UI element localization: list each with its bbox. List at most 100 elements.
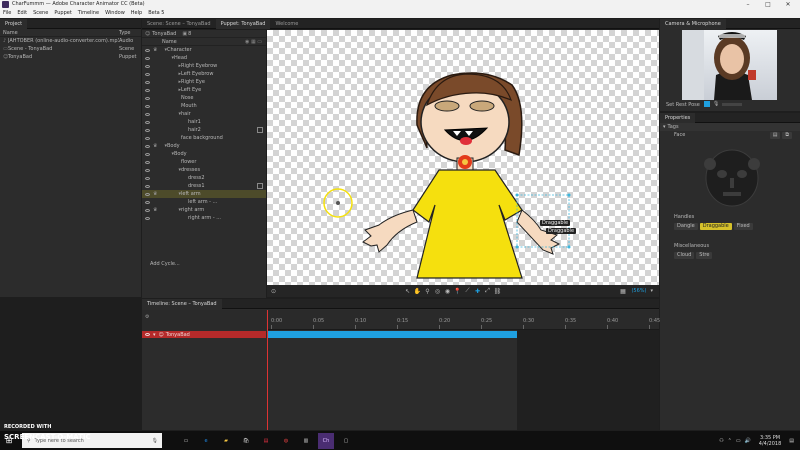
hierarchy-row[interactable]: ▾ Head: [142, 54, 266, 62]
hierarchy-row[interactable]: hair2: [142, 126, 266, 134]
zoom-tool-icon[interactable]: ⚲: [423, 287, 432, 296]
menu-edit[interactable]: Edit: [17, 9, 27, 18]
fit-view-icon[interactable]: ⊙: [269, 287, 278, 296]
hierarchy-row[interactable]: ▾ hair: [142, 110, 266, 118]
eye-icon[interactable]: [145, 128, 150, 132]
project-col-name[interactable]: Name: [3, 29, 119, 36]
office-icon[interactable]: ▤: [258, 433, 274, 449]
app-icon-6[interactable]: ▥: [298, 433, 314, 449]
hierarchy-col-name[interactable]: Name: [162, 38, 177, 46]
timeline-ruler[interactable]: 0:00 0:05 0:10 0:15 0:20 0:25 0:30 0:35 0:40 0:45: [267, 310, 660, 330]
eye-icon[interactable]: [145, 96, 150, 100]
menu-puppet[interactable]: Puppet: [54, 9, 71, 18]
project-item-scene[interactable]: ▭ Scene - TonyaBad Scene: [0, 45, 141, 53]
tab-camera[interactable]: Camera & Microphone: [660, 18, 726, 29]
network-icon[interactable]: ▭: [736, 438, 741, 444]
hierarchy-row[interactable]: ▾ Body: [142, 150, 266, 158]
tag-draggable[interactable]: Draggable: [699, 223, 732, 230]
hierarchy-tools-icon[interactable]: ◉ ▦ ▭: [245, 38, 262, 46]
view-list-icon[interactable]: ▤: [769, 131, 781, 139]
set-rest-pose-button[interactable]: Set Rest Pose: [666, 102, 700, 108]
project-item-puppet[interactable]: ☺ TonyaBad Puppet: [0, 53, 141, 61]
independent-icon[interactable]: ♛: [153, 190, 161, 198]
edge-icon[interactable]: e: [198, 433, 214, 449]
hierarchy-row[interactable]: dress2: [142, 174, 266, 182]
hierarchy-row[interactable]: ▸ Left Eye: [142, 86, 266, 94]
hierarchy-row[interactable]: ♛ ▾ Body: [142, 142, 266, 150]
hierarchy-row[interactable]: face background: [142, 134, 266, 142]
expand-icon[interactable]: ▾: [161, 150, 174, 158]
hierarchy-row[interactable]: dress1: [142, 182, 266, 190]
eye-icon[interactable]: [145, 216, 150, 220]
add-cycle-button[interactable]: Add Cycle...: [150, 261, 180, 267]
draggable-tag-label[interactable]: Draggable: [546, 228, 577, 234]
layer-badge-icon[interactable]: [257, 183, 263, 189]
camera-toggle-icon[interactable]: [704, 101, 710, 107]
track-expand-icon[interactable]: ▾: [153, 332, 156, 338]
expand-icon[interactable]: ▾: [161, 190, 181, 198]
project-item-audio[interactable]: ♪ JAHTOBER (online-audio-converter.com).…: [0, 37, 141, 45]
handle-tool-icon[interactable]: ◉: [443, 287, 452, 296]
people-icon[interactable]: ⚇: [719, 438, 723, 444]
hierarchy-row[interactable]: flower: [142, 158, 266, 166]
tab-welcome[interactable]: Welcome: [270, 19, 303, 29]
origin-tool-icon[interactable]: ◎: [433, 287, 442, 296]
microphone-icon[interactable]: 🎙: [152, 438, 158, 444]
hierarchy-row[interactable]: ▸ Left Eyebrow: [142, 70, 266, 78]
playhead[interactable]: [267, 310, 268, 430]
grid-icon[interactable]: ▦: [618, 287, 627, 296]
zoom-dropdown-icon[interactable]: ▾: [650, 288, 653, 294]
eye-icon[interactable]: [145, 176, 150, 180]
eye-icon[interactable]: [145, 72, 150, 76]
hierarchy-row[interactable]: right arm - ...: [142, 214, 266, 222]
draggable-tag-label[interactable]: Draggable: [540, 220, 571, 226]
hierarchy-row[interactable]: ♛ ▾ left arm: [142, 190, 266, 198]
tag-stre[interactable]: Stre: [696, 252, 713, 259]
expand-icon[interactable]: ▾: [161, 54, 174, 62]
hierarchy-row[interactable]: ▸ Right Eye: [142, 78, 266, 86]
app-icon-8[interactable]: ▢: [338, 433, 354, 449]
eye-icon[interactable]: [145, 120, 150, 124]
layer-badge-icon[interactable]: [257, 127, 263, 133]
tag-dangle[interactable]: Dangle: [674, 223, 698, 230]
zoom-level[interactable]: (56%): [631, 288, 646, 294]
expand-icon[interactable]: ▾: [161, 110, 181, 118]
tab-properties[interactable]: Properties: [660, 112, 696, 123]
tag-cloud[interactable]: Cloud: [674, 252, 695, 259]
chrome-icon[interactable]: ◍: [278, 433, 294, 449]
eye-icon[interactable]: [145, 208, 150, 212]
menu-help[interactable]: Help: [131, 9, 142, 18]
view-grid-icon[interactable]: ⧉: [782, 131, 792, 139]
eye-icon[interactable]: [145, 80, 150, 84]
store-icon[interactable]: 🛍: [238, 433, 254, 449]
tray-expand-icon[interactable]: ⌃: [728, 438, 732, 444]
eye-icon[interactable]: [145, 144, 150, 148]
select-tool-icon[interactable]: ↖: [403, 287, 412, 296]
tag-fixed[interactable]: Fixed: [733, 223, 753, 230]
minimize-button[interactable]: –: [738, 0, 758, 9]
volume-icon[interactable]: 🔊: [745, 438, 751, 444]
independent-icon[interactable]: ♛: [153, 46, 161, 54]
tab-puppet[interactable]: Puppet: TonyaBad: [215, 18, 271, 29]
eye-icon[interactable]: [145, 192, 150, 196]
task-view-icon[interactable]: ▭: [178, 433, 194, 449]
maximize-button[interactable]: □: [758, 0, 778, 9]
puppet-canvas[interactable]: Draggable Draggable: [267, 30, 659, 285]
hierarchy-row[interactable]: Mouth: [142, 102, 266, 110]
hierarchy-row[interactable]: ▾ dresses: [142, 166, 266, 174]
hierarchy-row[interactable]: Nose: [142, 94, 266, 102]
expand-icon[interactable]: ▾: [161, 206, 181, 214]
eye-icon[interactable]: [145, 200, 150, 204]
dragger-tool-icon[interactable]: ✚: [473, 287, 482, 296]
hierarchy-row[interactable]: ♛ ▾ right arm: [142, 206, 266, 214]
tags-section-header[interactable]: ▾ Tags: [660, 123, 800, 131]
eye-icon[interactable]: [145, 152, 150, 156]
notifications-icon[interactable]: ▤: [789, 438, 794, 444]
microphone-icon[interactable]: 🎙: [713, 101, 719, 107]
eye-icon[interactable]: [145, 88, 150, 92]
face-tag-diagram[interactable]: [698, 142, 766, 210]
eye-icon[interactable]: [145, 48, 150, 52]
stick-tool-icon[interactable]: ⟋: [463, 287, 472, 296]
independent-icon[interactable]: ♛: [153, 142, 161, 150]
eye-icon[interactable]: [145, 333, 150, 336]
